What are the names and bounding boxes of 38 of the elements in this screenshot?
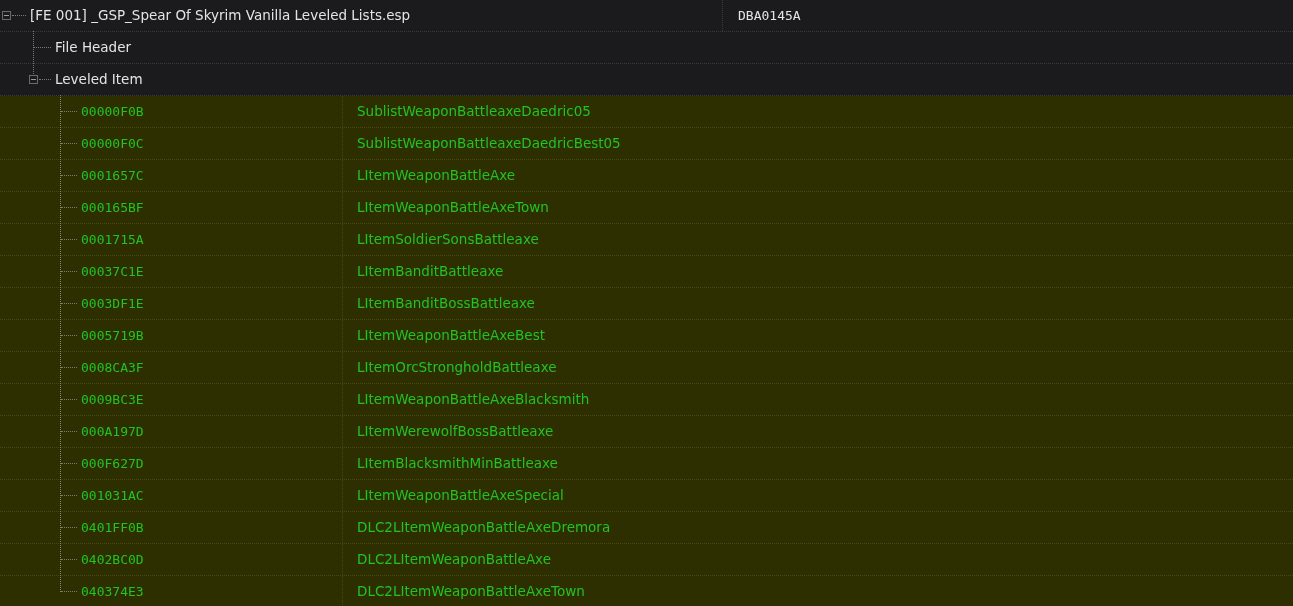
editor-id: LItemWerewolfBossBattleaxe bbox=[357, 422, 554, 442]
tree-item: Leveled Item bbox=[55, 70, 143, 90]
form-id: 0402BC0D bbox=[81, 550, 144, 569]
form-id: 0005719B bbox=[81, 326, 144, 345]
form-id: 040374E3 bbox=[81, 582, 144, 601]
form-id: 0001715A bbox=[81, 230, 144, 249]
collapse-icon[interactable] bbox=[2, 11, 11, 20]
editor-id: DLC2LItemWeaponBattleAxe bbox=[357, 550, 551, 570]
form-id: 000165BF bbox=[81, 198, 144, 217]
plugin-name: [FE 001] _GSP_Spear Of Skyrim Vanilla Leveled Lists.esp bbox=[30, 6, 411, 26]
editor-id: LItemWeaponBattleAxeBlacksmith bbox=[357, 390, 590, 410]
form-id: 0001657C bbox=[81, 166, 144, 185]
form-id: DBA0145A bbox=[738, 6, 801, 25]
form-id: 0401FF0B bbox=[81, 518, 144, 537]
collapse-icon[interactable] bbox=[29, 75, 38, 84]
form-id: 0008CA3F bbox=[81, 358, 144, 377]
editor-id: LItemBanditBattleaxe bbox=[357, 262, 504, 282]
form-id: 000F627D bbox=[81, 454, 144, 473]
editor-id: LItemOrcStrongholdBattleaxe bbox=[357, 358, 557, 378]
form-id: 001031AC bbox=[81, 486, 144, 505]
editor-id: LItemWeaponBattleAxeSpecial bbox=[357, 486, 564, 506]
editor-id: LItemWeaponBattleAxe bbox=[357, 166, 516, 186]
editor-id: LItemWeaponBattleAxeTown bbox=[357, 198, 549, 218]
editor-id: LItemBlacksmithMinBattleaxe bbox=[357, 454, 558, 474]
form-id: 00037C1E bbox=[81, 262, 144, 281]
editor-id: SublistWeaponBattleaxeDaedricBest05 bbox=[357, 134, 621, 154]
editor-id: LItemBanditBossBattleaxe bbox=[357, 294, 535, 314]
form-id: 0009BC3E bbox=[81, 390, 144, 409]
editor-id: DLC2LItemWeaponBattleAxeTown bbox=[357, 582, 585, 602]
form-id: 00000F0C bbox=[81, 134, 144, 153]
tree-item: File Header bbox=[55, 38, 132, 58]
form-id: 00000F0B bbox=[81, 102, 144, 121]
editor-id: LItemWeaponBattleAxeBest bbox=[357, 326, 545, 346]
editor-id: SublistWeaponBattleaxeDaedric05 bbox=[357, 102, 591, 122]
form-id: 000A197D bbox=[81, 422, 144, 441]
editor-id: DLC2LItemWeaponBattleAxeDremora bbox=[357, 518, 611, 538]
form-id: 0003DF1E bbox=[81, 294, 144, 313]
editor-id: LItemSoldierSonsBattleaxe bbox=[357, 230, 539, 250]
